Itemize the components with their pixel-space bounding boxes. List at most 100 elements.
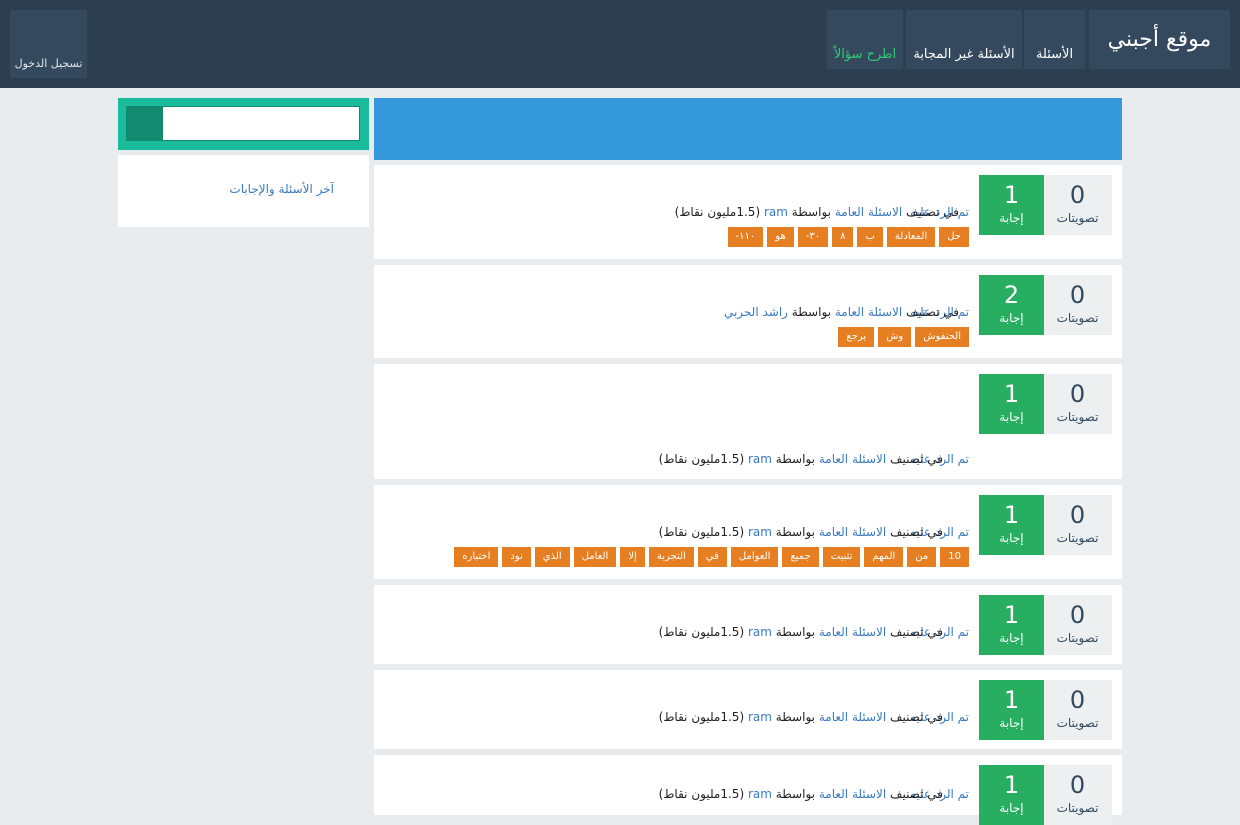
tag[interactable]: وش	[878, 327, 912, 347]
tag-list: الحنفوش وش يرجع	[834, 327, 969, 347]
by-label: بواسطة	[775, 710, 815, 724]
answers-label: إجابة	[999, 410, 1024, 424]
votes-label: تصويتات	[1056, 410, 1099, 424]
category-link[interactable]: الاسئلة العامة	[819, 625, 886, 639]
answers-counter: 1 إجابة	[979, 595, 1044, 655]
answers-count: 1	[1003, 771, 1020, 799]
tag[interactable]: تثبيت	[822, 547, 861, 567]
votes-counter: 0 تصويتات	[1043, 175, 1112, 235]
in-category-label: في تصنيف	[890, 452, 943, 466]
in-category-label: في تصنيف	[890, 525, 943, 539]
user-link[interactable]: ram	[748, 625, 772, 639]
tag[interactable]: الحنفوش	[915, 327, 969, 347]
question-meta: في تصنيف الاسئلة العامة بواسطة ram (1.5م…	[659, 452, 943, 466]
category-link[interactable]: الاسئلة العامة	[819, 787, 886, 801]
user-points: (1.5مليون نقاط)	[674, 205, 761, 219]
tag[interactable]: جميع	[782, 547, 819, 567]
tag[interactable]: المهم	[864, 547, 904, 567]
answers-label: إجابة	[999, 311, 1024, 325]
tag[interactable]: اختباره	[454, 547, 499, 567]
question-meta: في تصنيف الاسئلة العامة بواسطة ram (1.5م…	[659, 625, 943, 639]
in-category-label: في تصنيف	[890, 710, 943, 724]
user-link[interactable]: ram	[748, 525, 772, 539]
votes-counter: 0 تصويتات	[1043, 374, 1112, 434]
question-meta: في تصنيف الاسئلة العامة بواسطة ram (1.5م…	[675, 205, 959, 219]
votes-count: 0	[1069, 771, 1086, 799]
user-points: (1.5مليون نقاط)	[658, 452, 745, 466]
answers-label: إجابة	[999, 716, 1024, 730]
answers-count: 1	[1003, 501, 1020, 529]
tag[interactable]: العوامل	[730, 547, 779, 567]
user-link[interactable]: ram	[748, 787, 772, 801]
votes-label: تصويتات	[1056, 801, 1099, 815]
tag[interactable]: المعادلة	[886, 227, 936, 247]
votes-count: 0	[1069, 686, 1086, 714]
tag[interactable]: ١١٠-	[727, 227, 764, 247]
latest-questions-link[interactable]: آخر الأسئلة والإجابات	[118, 182, 334, 196]
tag[interactable]: في	[697, 547, 727, 567]
search-input[interactable]	[162, 106, 360, 141]
question-meta: في تصنيف الاسئلة العامة بواسطة ram (1.5م…	[659, 787, 943, 801]
votes-counter: 0 تصويتات	[1043, 275, 1112, 335]
nav-ask-question[interactable]: اطرح سؤالاً	[827, 10, 903, 69]
site-logo[interactable]: موقع أجبني	[1089, 10, 1230, 69]
question-item[interactable]: 0 تصويتات 1 إجابة تم الرد عليه في تصنيف …	[374, 585, 1122, 664]
votes-count: 0	[1069, 281, 1086, 309]
question-meta: في تصنيف الاسئلة العامة بواسطة ram (1.5م…	[659, 525, 943, 539]
question-item[interactable]: 0 تصويتات 2 إجابة تم الرد عليه في تصنيف …	[374, 265, 1122, 358]
in-category-label: في تصنيف	[906, 205, 959, 219]
tag[interactable]: 10	[940, 547, 969, 567]
votes-counter: 0 تصويتات	[1043, 680, 1112, 740]
user-link[interactable]: راشد الحربي	[724, 305, 788, 319]
tag[interactable]: نود	[502, 547, 531, 567]
tag[interactable]: الذي	[534, 547, 570, 567]
votes-count: 0	[1069, 380, 1086, 408]
user-link[interactable]: ram	[748, 452, 772, 466]
tag[interactable]: ٣٠-	[797, 227, 829, 247]
tag[interactable]: ٨	[832, 227, 854, 247]
question-meta: في تصنيف الاسئلة العامة بواسطة راشد الحر…	[724, 305, 959, 319]
tag[interactable]: ب	[857, 227, 883, 247]
nav-questions[interactable]: الأسئلة	[1024, 10, 1085, 69]
login-button[interactable]: تسجيل الدخول	[10, 10, 87, 78]
question-item[interactable]: 0 تصويتات 1 إجابة تم الرد عليه في تصنيف …	[374, 165, 1122, 259]
nav-unanswered-questions[interactable]: الأسئلة غير المجابة	[906, 10, 1022, 69]
user-points: (1.5مليون نقاط)	[658, 525, 745, 539]
answers-count: 1	[1003, 380, 1020, 408]
answers-counter: 1 إجابة	[979, 495, 1044, 555]
user-link[interactable]: ram	[748, 710, 772, 724]
user-points: (1.5مليون نقاط)	[658, 710, 745, 724]
votes-label: تصويتات	[1056, 311, 1099, 325]
by-label: بواسطة	[775, 625, 815, 639]
answers-count: 1	[1003, 181, 1020, 209]
votes-counter: 0 تصويتات	[1043, 495, 1112, 555]
votes-counter: 0 تصويتات	[1043, 595, 1112, 655]
in-category-label: في تصنيف	[890, 787, 943, 801]
question-item[interactable]: 0 تصويتات 1 إجابة تم الرد عليه في تصنيف …	[374, 670, 1122, 749]
votes-label: تصويتات	[1056, 716, 1099, 730]
by-label: بواسطة	[775, 525, 815, 539]
tag[interactable]: يرجع	[838, 327, 875, 347]
question-item[interactable]: 0 تصويتات 1 إجابة تم الرد عليه في تصنيف …	[374, 755, 1122, 825]
answers-counter: 1 إجابة	[979, 765, 1044, 825]
category-link[interactable]: الاسئلة العامة	[835, 305, 902, 319]
answers-counter: 1 إجابة	[979, 374, 1044, 434]
votes-label: تصويتات	[1056, 211, 1099, 225]
user-link[interactable]: ram	[764, 205, 788, 219]
tag[interactable]: هو	[767, 227, 794, 247]
question-item[interactable]: 0 تصويتات 1 إجابة تم الرد عليه في تصنيف …	[374, 364, 1122, 479]
in-category-label: في تصنيف	[906, 305, 959, 319]
category-link[interactable]: الاسئلة العامة	[835, 205, 902, 219]
category-link[interactable]: الاسئلة العامة	[819, 525, 886, 539]
search-button[interactable]	[126, 106, 163, 141]
tag[interactable]: إلا	[620, 547, 645, 567]
category-link[interactable]: الاسئلة العامة	[819, 710, 886, 724]
tag[interactable]: حل	[939, 227, 969, 247]
tag-list: 10 من المهم تثبيت جميع العوامل في التجربة إلا الع…	[450, 547, 969, 567]
question-meta: في تصنيف الاسئلة العامة بواسطة ram (1.5م…	[659, 710, 943, 724]
tag[interactable]: العامل	[573, 547, 617, 567]
tag[interactable]: من	[907, 547, 937, 567]
category-link[interactable]: الاسئلة العامة	[819, 452, 886, 466]
tag[interactable]: التجربة	[648, 547, 694, 567]
question-item[interactable]: 0 تصويتات 1 إجابة تم الرد عليه في تصنيف …	[374, 485, 1122, 579]
